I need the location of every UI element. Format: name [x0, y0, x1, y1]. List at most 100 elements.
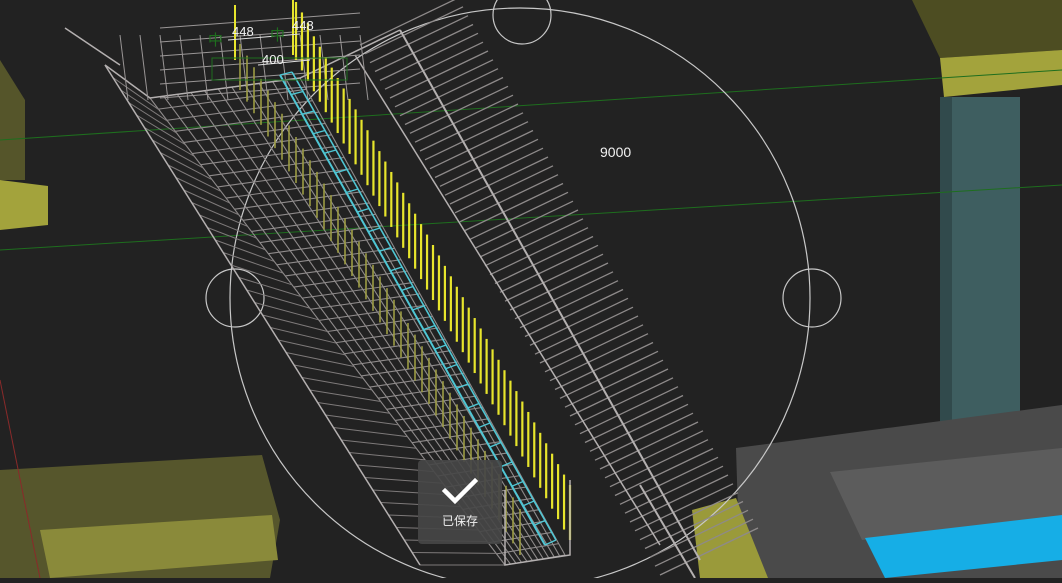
stirrup-tie: [368, 227, 381, 233]
side-mesh-bar: [619, 456, 719, 505]
side-mesh-edge-inner: [354, 54, 661, 546]
top-mesh-bar: [139, 34, 149, 101]
side-mesh-end-edge: [639, 484, 696, 579]
side-mesh-bar: [449, 156, 549, 205]
top-mesh-bar: [159, 12, 361, 29]
side-mesh-bar: [594, 412, 694, 461]
guide-line-lower: [0, 184, 1062, 251]
side-mesh-bar: [524, 288, 624, 338]
wall-mesh-bar: [333, 427, 408, 438]
stirrup-tie: [478, 422, 491, 429]
dimension-label-width: 400: [262, 52, 284, 67]
side-mesh-bar: [474, 200, 574, 249]
side-mesh-bar: [424, 112, 524, 161]
gizmo-handle-icon: [492, 0, 552, 45]
side-mesh-bar: [414, 94, 514, 143]
wall-mesh-bar: [262, 314, 328, 332]
side-mesh-bar: [444, 147, 544, 196]
side-mesh-bar: [544, 324, 644, 373]
side-mesh-bar: [614, 447, 714, 497]
side-mesh-bar: [574, 377, 674, 426]
side-mesh-bar: [549, 333, 649, 382]
wall-mesh-bar: [349, 452, 426, 461]
top-mesh-bar: [159, 40, 361, 57]
radius-dimension-label: 9000: [600, 144, 632, 160]
wall-mesh-bar: [112, 77, 160, 111]
side-mesh-bar: [559, 350, 659, 399]
side-mesh-bar: [379, 32, 479, 81]
side-mesh-bar: [494, 235, 594, 285]
beam-block-left-top: [0, 60, 25, 180]
side-mesh-bar: [364, 6, 464, 55]
side-mesh-bar: [384, 41, 484, 90]
side-mesh-bar: [579, 386, 679, 435]
3d-viewport[interactable]: 中中 9000 448 448 400 已保存: [0, 0, 1062, 583]
side-mesh-bar: [589, 403, 689, 452]
guide-glyph: 中: [270, 26, 285, 44]
toast-message: 已保存: [441, 513, 478, 528]
gizmo-handle-icon: [782, 268, 842, 328]
side-mesh-bar: [454, 165, 554, 214]
wall-mesh-bar: [301, 377, 372, 391]
side-mesh-bar: [404, 76, 504, 126]
dimension-label-right: 448: [292, 18, 314, 33]
side-mesh-bar: [374, 23, 474, 73]
wall-mesh-bar: [230, 264, 293, 286]
wall-mesh-bar: [136, 114, 186, 146]
side-mesh-bar: [429, 121, 529, 170]
side-mesh-bar: [489, 227, 589, 276]
side-mesh-bar: [534, 306, 634, 355]
side-mesh-bar: [599, 421, 699, 470]
top-mesh-bar: [279, 34, 289, 101]
top-mesh-bar: [159, 68, 361, 85]
side-mesh-bar: [509, 262, 609, 311]
wall-mesh-bar: [309, 389, 381, 403]
wall-mesh-bar: [152, 139, 204, 169]
top-mesh-bar: [359, 34, 369, 101]
side-mesh-bar: [519, 280, 619, 329]
beam-block-left-face: [0, 180, 48, 230]
side-mesh-bar: [389, 50, 489, 99]
side-mesh-bar: [484, 218, 584, 267]
side-mesh-bar: [499, 244, 599, 293]
beam-block-top-right-face: [940, 50, 1062, 97]
wall-mesh-bar: [293, 364, 364, 379]
side-mesh-bar: [569, 368, 669, 417]
side-mesh-bar: [539, 315, 639, 364]
wall-mesh-bar: [128, 102, 177, 134]
rotation-gizmo-circle: [229, 7, 811, 583]
side-mesh-bar: [564, 359, 664, 408]
dimension-label-left: 448: [232, 24, 254, 39]
wall-mesh-bar: [317, 402, 390, 414]
trench-top-rim: [104, 29, 401, 99]
side-mesh-bar: [409, 85, 509, 134]
wall-mesh-bar: [341, 439, 417, 449]
side-mesh-bar: [514, 271, 614, 320]
gizmo-handle-icon: [205, 268, 265, 328]
side-mesh-bar: [394, 59, 494, 108]
top-mesh-bar: [159, 34, 169, 101]
stirrup-tie: [467, 402, 480, 409]
wall-mesh-bar: [215, 239, 275, 262]
side-mesh-bar: [604, 430, 704, 479]
beam-block-top-right: [912, 0, 1062, 58]
side-mesh-bar: [529, 297, 629, 346]
side-mesh-bar: [584, 394, 684, 444]
wall-mesh-bar: [325, 414, 399, 426]
column-right-shadow: [940, 97, 952, 427]
wall-mesh-edge-top: [64, 27, 121, 66]
wall-mesh-bar: [412, 552, 497, 554]
side-mesh-bar: [479, 209, 579, 258]
side-mesh-bar: [439, 138, 539, 187]
side-mesh-bar: [554, 341, 654, 391]
check-icon: [441, 477, 479, 504]
top-mesh-bar: [159, 54, 361, 71]
side-mesh-bar: [459, 174, 559, 223]
stirrup-tie: [323, 149, 337, 155]
side-mesh-bar: [434, 129, 534, 179]
model-scene[interactable]: 中中: [0, 0, 1062, 583]
stirrup-tie: [357, 207, 370, 213]
side-mesh-bar: [464, 182, 564, 232]
side-mesh-bar: [504, 253, 604, 302]
saved-toast: 已保存: [418, 460, 502, 544]
